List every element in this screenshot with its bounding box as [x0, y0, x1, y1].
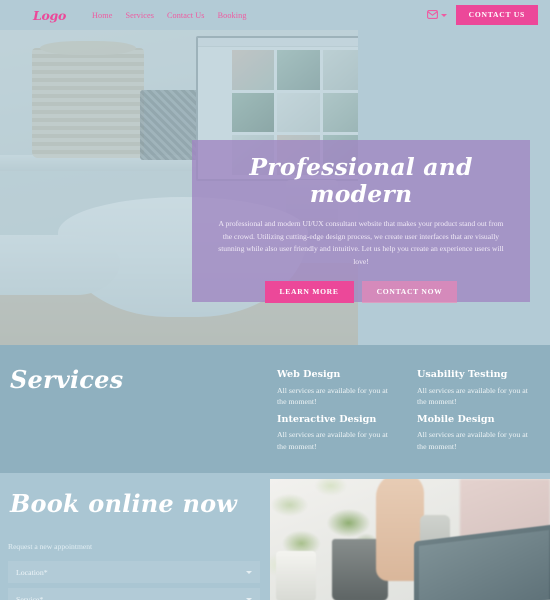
site-logo[interactable]: Logo	[33, 8, 66, 23]
chevron-down-icon	[246, 570, 252, 574]
service-name: Web Design	[277, 369, 341, 380]
booking-heading: Book online now	[10, 489, 238, 518]
contact-dropdown[interactable]	[426, 6, 447, 24]
service-name: Usability Testing	[417, 369, 508, 380]
service-description: All services are available for you at th…	[277, 385, 388, 407]
nav-item-contact-us[interactable]: Contact Us	[167, 11, 205, 20]
service-item-mobile-design: Mobile Design All services are available…	[417, 414, 545, 459]
location-select[interactable]: Location*	[8, 561, 260, 583]
service-select-label: Service*	[16, 594, 44, 600]
services-heading: Services	[10, 365, 124, 394]
website-preview: Logo Home Services Contact Us Booking CO…	[0, 0, 550, 600]
nav-item-booking[interactable]: Booking	[218, 11, 247, 20]
hero-section: Professional and modern A professional a…	[0, 30, 550, 345]
booking-section: Book online now Request a new appointmen…	[0, 473, 550, 600]
main-navigation: Home Services Contact Us Booking	[92, 11, 247, 20]
booking-subtitle: Request a new appointment	[8, 542, 93, 551]
services-grid: Web Design All services are available fo…	[277, 369, 545, 458]
service-select[interactable]: Service*	[8, 588, 260, 600]
service-description: All services are available for you at th…	[277, 430, 388, 451]
booking-photo	[270, 479, 550, 600]
envelope-icon	[426, 6, 438, 24]
chevron-down-icon	[440, 13, 447, 17]
contact-now-button[interactable]: CONTACT NOW	[361, 281, 458, 303]
service-name: Interactive Design	[277, 413, 377, 425]
header-contact-us-button[interactable]: CONTACT US	[455, 5, 538, 25]
nav-item-services[interactable]: Services	[125, 11, 154, 20]
booking-form-area: Book online now Request a new appointmen…	[0, 473, 268, 600]
service-item-interactive-design: Interactive Design All services are avai…	[277, 414, 405, 459]
learn-more-button[interactable]: LEARN MORE	[264, 281, 354, 303]
header-actions: CONTACT US	[426, 5, 538, 25]
hero-description: A professional and modern UI/UX consulta…	[218, 219, 504, 266]
photo-vase	[276, 551, 316, 600]
hero-title: Professional and modern	[249, 153, 473, 209]
service-description: All services are available for you at th…	[417, 430, 528, 451]
service-item-usability-testing: Usability Testing All services are avail…	[417, 369, 545, 414]
services-section: Services Web Design All services are ava…	[0, 345, 550, 473]
hero-content-card: Professional and modern A professional a…	[192, 140, 530, 303]
nav-item-home[interactable]: Home	[92, 11, 112, 20]
hero-button-group: LEARN MORE CONTACT NOW	[209, 281, 513, 303]
location-select-label: Location*	[16, 567, 48, 577]
service-name: Mobile Design	[417, 413, 495, 425]
service-description: All services are available for you at th…	[417, 385, 528, 407]
service-item-web-design: Web Design All services are available fo…	[277, 369, 405, 414]
site-header: Logo Home Services Contact Us Booking CO…	[0, 0, 550, 30]
